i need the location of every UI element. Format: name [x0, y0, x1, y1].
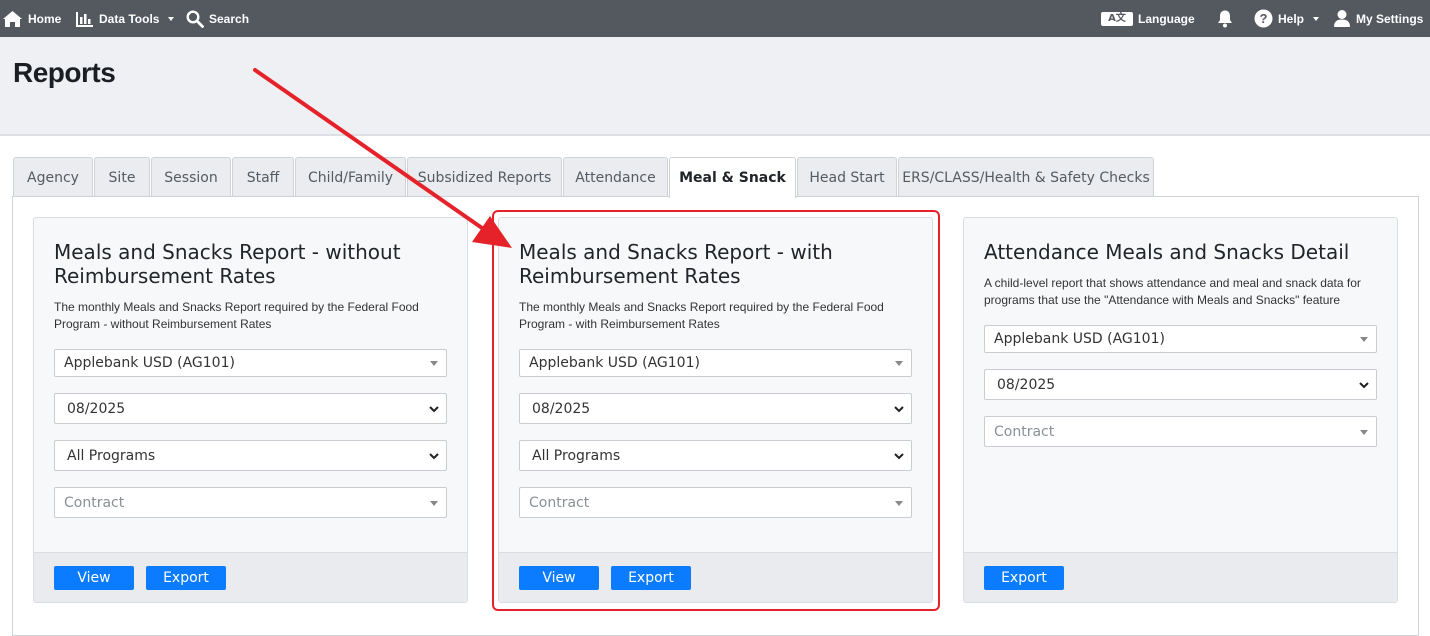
nav-help-label: Help [1278, 11, 1305, 26]
nav-data-tools-label: Data Tools [99, 11, 160, 26]
tab-session[interactable]: Session [151, 157, 231, 197]
chevron-down-icon [168, 16, 175, 21]
card-footer: Export [964, 552, 1397, 602]
tab-site[interactable]: Site [94, 157, 150, 197]
translate-icon: A文 [1101, 11, 1133, 26]
card-footer: View Export [34, 552, 467, 602]
export-button[interactable]: Export [611, 566, 691, 590]
nav-home-link[interactable]: Home [2, 0, 61, 37]
agency-select-value: Applebank USD (AG101) [994, 331, 1165, 347]
nav-my-settings-menu[interactable]: My Settings [1333, 0, 1430, 37]
card-footer: View Export [499, 552, 932, 602]
chevron-down-icon [1313, 16, 1320, 21]
nav-search-label: Search [209, 11, 250, 26]
month-select[interactable]: 08/2025 [54, 393, 447, 424]
nav-data-tools-menu[interactable]: Data Tools [76, 0, 175, 37]
dropdown-triangle-icon [1360, 429, 1368, 435]
question-circle-icon: ? [1254, 9, 1273, 28]
agency-select[interactable]: Applebank USD (AG101) [519, 349, 912, 377]
agency-select-value: Applebank USD (AG101) [529, 355, 700, 371]
contract-select[interactable]: Contract [54, 487, 447, 518]
nav-home-label: Home [28, 11, 62, 26]
dropdown-triangle-icon [1360, 337, 1368, 342]
contract-select-placeholder: Contract [529, 494, 590, 511]
chevron-down-icon [1359, 381, 1369, 388]
card-description: A child-level report that shows attendan… [984, 276, 1361, 307]
view-button[interactable]: View [519, 566, 599, 590]
tab-attendance[interactable]: Attendance [563, 157, 668, 197]
program-select[interactable]: All Programs [54, 440, 447, 471]
home-icon [2, 10, 23, 28]
contract-select-placeholder: Contract [64, 494, 125, 511]
page-header [0, 37, 1430, 136]
view-button[interactable]: View [54, 566, 134, 590]
tab-subsidized-reports[interactable]: Subsidized Reports [407, 157, 562, 197]
contract-select-placeholder: Contract [994, 423, 1055, 440]
nav-language-label: Language [1138, 11, 1195, 26]
bar-chart-icon [76, 11, 94, 27]
agency-select[interactable]: Applebank USD (AG101) [54, 349, 447, 377]
dropdown-triangle-icon [895, 500, 903, 506]
nav-my-settings-label: My Settings [1356, 11, 1424, 26]
month-select-value: 08/2025 [67, 400, 126, 417]
card-title: Meals and Snacks Report - with Reimburse… [519, 240, 833, 288]
program-select-value: All Programs [532, 447, 621, 464]
tab-child-family[interactable]: Child/Family [295, 157, 406, 197]
month-select-value: 08/2025 [532, 400, 591, 417]
report-card-attendance-meals-detail: Attendance Meals and Snacks Detail A chi… [963, 217, 1398, 603]
chevron-down-icon [429, 405, 439, 412]
page-title: Reports [13, 57, 116, 88]
card-title: Meals and Snacks Report - without Reimbu… [54, 240, 401, 288]
tab-agency[interactable]: Agency [13, 157, 93, 197]
contract-select[interactable]: Contract [519, 487, 912, 518]
program-select[interactable]: All Programs [519, 440, 912, 471]
report-card-without-rates: Meals and Snacks Report - without Reimbu… [33, 217, 468, 603]
user-icon [1333, 9, 1351, 28]
svg-text:?: ? [1260, 11, 1268, 26]
tab-ers-class-health-safety[interactable]: ERS/CLASS/Health & Safety Checks [898, 157, 1154, 197]
contract-select[interactable]: Contract [984, 416, 1377, 447]
month-select[interactable]: 08/2025 [984, 369, 1377, 400]
chevron-down-icon [894, 405, 904, 412]
dropdown-triangle-icon [430, 361, 438, 366]
card-title: Attendance Meals and Snacks Detail [984, 240, 1350, 264]
agency-select-value: Applebank USD (AG101) [64, 355, 235, 371]
report-card-with-rates: Meals and Snacks Report - with Reimburse… [498, 217, 933, 603]
nav-search-link[interactable]: Search [186, 0, 249, 37]
tab-head-start[interactable]: Head Start [797, 157, 897, 197]
program-select-value: All Programs [67, 447, 156, 464]
top-nav-bar: Home Data Tools Search A文 Language ? Hel… [0, 0, 1430, 37]
nav-language-menu[interactable]: A文 Language [1101, 0, 1195, 37]
tab-staff[interactable]: Staff [232, 157, 294, 197]
tab-meal-snack[interactable]: Meal & Snack [669, 157, 796, 198]
nav-help-menu[interactable]: ? Help [1254, 0, 1320, 37]
agency-select[interactable]: Applebank USD (AG101) [984, 325, 1377, 353]
export-button[interactable]: Export [984, 566, 1064, 590]
chevron-down-icon [429, 452, 439, 459]
dropdown-triangle-icon [430, 500, 438, 506]
bell-icon [1216, 9, 1234, 28]
card-description: The monthly Meals and Snacks Report requ… [54, 300, 419, 331]
card-description: The monthly Meals and Snacks Report requ… [519, 300, 884, 331]
month-select-value: 08/2025 [997, 376, 1056, 393]
export-button[interactable]: Export [146, 566, 226, 590]
dropdown-triangle-icon [895, 361, 903, 366]
search-icon [186, 9, 204, 28]
notifications-button[interactable] [1216, 0, 1234, 37]
chevron-down-icon [894, 452, 904, 459]
month-select[interactable]: 08/2025 [519, 393, 912, 424]
